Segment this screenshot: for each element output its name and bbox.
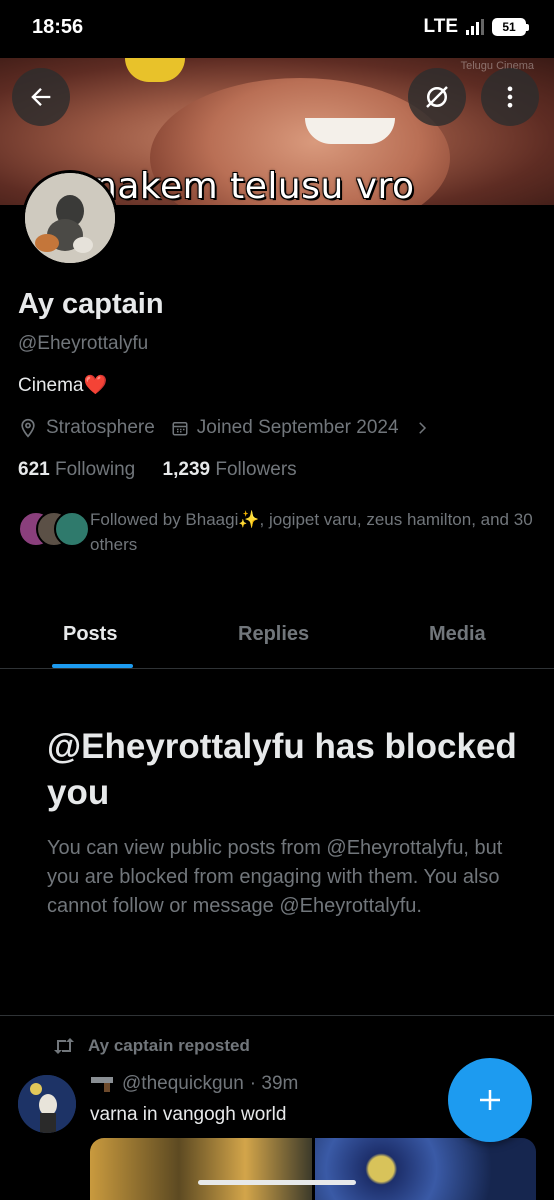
banner-flower xyxy=(125,58,185,82)
blocked-title: @Eheyrottalyfu has blocked you xyxy=(47,727,517,812)
gun-icon xyxy=(91,1077,113,1092)
status-time: 18:56 xyxy=(32,16,84,38)
banner-teeth xyxy=(305,118,395,144)
post-author-handle[interactable]: @thequickgun xyxy=(122,1073,244,1095)
home-indicator[interactable] xyxy=(198,1180,356,1185)
post-avatar-image xyxy=(18,1075,76,1133)
post-header: @thequickgun · 39m xyxy=(90,1073,298,1095)
more-vertical-icon xyxy=(507,86,513,108)
followed-by-avatars xyxy=(18,511,90,547)
banner-caption: nakem telusu vro xyxy=(94,166,415,205)
active-tab-indicator xyxy=(52,664,133,668)
profile-avatar[interactable] xyxy=(22,170,118,266)
location: Stratosphere xyxy=(18,417,155,439)
calendar-icon xyxy=(172,422,188,436)
profile-tabs: Posts Replies Media xyxy=(0,605,554,669)
tab-replies[interactable]: Replies xyxy=(238,623,309,646)
follow-stats: 621 Following 1,239 Followers xyxy=(18,459,538,481)
grok-button[interactable] xyxy=(408,68,466,126)
repost-indicator[interactable]: Ay captain reposted xyxy=(52,1036,250,1056)
profile-bio: Cinema❤️ xyxy=(18,375,108,396)
status-bar: 18:56 LTE 51 xyxy=(0,0,554,58)
divider xyxy=(0,1015,554,1016)
chevron-right-icon xyxy=(418,422,426,434)
network-type: LTE xyxy=(423,16,458,37)
joined-text: Joined September 2024 xyxy=(196,417,399,438)
profile-name: Ay captain xyxy=(18,288,164,320)
profile-handle: @Eheyrottalyfu xyxy=(18,333,149,354)
followers-link[interactable]: 1,239 Followers xyxy=(163,459,297,480)
post-media-image-2[interactable] xyxy=(314,1138,536,1200)
post-author-avatar[interactable] xyxy=(18,1075,76,1133)
post-media[interactable] xyxy=(90,1138,536,1200)
following-count: 621 xyxy=(18,459,50,480)
signal-icon xyxy=(466,19,484,35)
arrow-left-icon xyxy=(31,88,51,106)
post-media-image-1[interactable] xyxy=(90,1138,312,1200)
following-label: Following xyxy=(54,459,136,480)
repost-label: Ay captain reposted xyxy=(88,1036,250,1055)
compose-button[interactable] xyxy=(448,1058,532,1142)
back-button[interactable] xyxy=(12,68,70,126)
joined-date[interactable]: Joined September 2024 xyxy=(171,417,431,439)
followers-label: Followers xyxy=(215,459,297,480)
location-text: Stratosphere xyxy=(46,417,155,438)
battery-level: 51 xyxy=(502,20,516,34)
more-options-button[interactable] xyxy=(481,68,539,126)
blocked-notice: @Eheyrottalyfu has blocked you You can v… xyxy=(47,724,517,921)
location-pin-icon xyxy=(21,418,35,438)
battery-icon: 51 xyxy=(492,18,529,36)
post-time: · 39m xyxy=(249,1073,299,1094)
profile-info: Ay captain @Eheyrottalyfu Cinema❤️ Strat… xyxy=(18,288,538,557)
following-link[interactable]: 621 Following xyxy=(18,459,135,480)
blocked-body: You can view public posts from @Eheyrott… xyxy=(47,837,503,917)
repost-icon xyxy=(54,1038,74,1054)
tab-media[interactable]: Media xyxy=(429,623,486,646)
tab-posts[interactable]: Posts xyxy=(63,623,117,646)
status-indicators: LTE 51 xyxy=(423,16,529,38)
avatar-image xyxy=(25,173,115,263)
plus-icon xyxy=(480,1090,500,1110)
followed-by[interactable]: Followed by Bhaagi✨, jogipet varu, zeus … xyxy=(18,507,538,557)
grok-icon xyxy=(426,86,448,108)
followers-count: 1,239 xyxy=(162,459,211,480)
post-text: varna in vangogh world xyxy=(90,1104,287,1125)
profile-meta: Stratosphere Joined September 2024 xyxy=(18,417,538,439)
followed-by-text: Followed by Bhaagi✨, jogipet varu, zeus … xyxy=(90,510,533,554)
